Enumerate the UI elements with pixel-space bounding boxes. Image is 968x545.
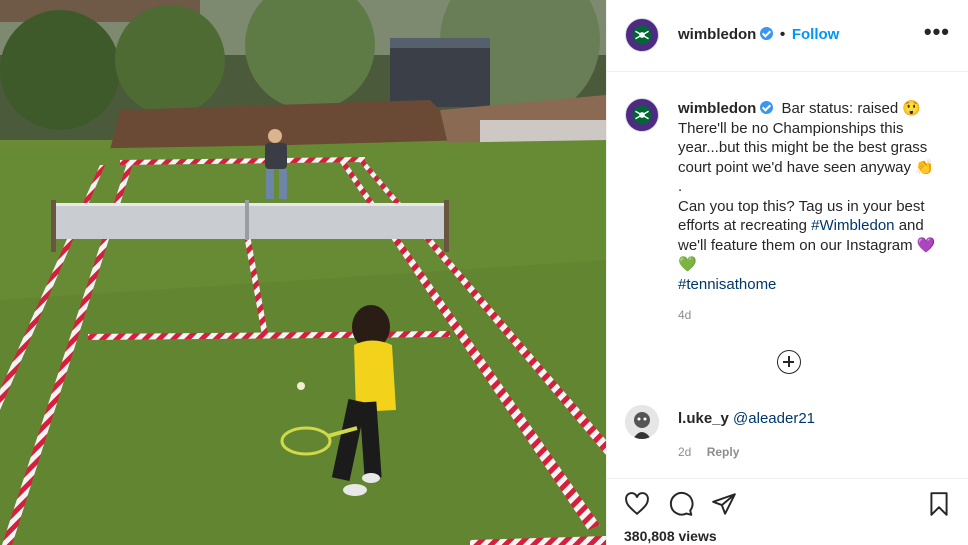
caption-avatar-icon[interactable] bbox=[625, 98, 659, 132]
header-username[interactable]: wimbledon bbox=[678, 26, 756, 43]
share-plane-icon[interactable] bbox=[711, 491, 737, 517]
like-heart-icon[interactable] bbox=[624, 491, 650, 517]
more-options-icon[interactable]: ••• bbox=[924, 21, 950, 43]
wimbledon-logo-icon[interactable] bbox=[625, 18, 659, 52]
post-header: wimbledon • Follow ••• bbox=[607, 0, 968, 72]
load-more-comments-icon[interactable] bbox=[777, 350, 801, 374]
commenter-avatar[interactable] bbox=[625, 405, 659, 439]
hashtag-wimbledon-link[interactable]: #Wimbledon bbox=[811, 217, 894, 234]
post-caption: wimbledon Bar status: raised 😲 There'll … bbox=[678, 99, 948, 294]
instagram-post-modal: wimbledon • Follow ••• wimbledon Bar sta… bbox=[0, 0, 968, 545]
commenter-username[interactable]: l.uke_y bbox=[678, 410, 729, 427]
post-video[interactable] bbox=[0, 0, 606, 545]
caption-line-3: . bbox=[678, 178, 683, 195]
caption-line-1: Bar status: raised 😲 bbox=[781, 100, 922, 117]
follow-button[interactable]: Follow bbox=[792, 26, 840, 43]
verified-badge-icon bbox=[760, 27, 774, 40]
header-user-line: wimbledon • Follow bbox=[678, 26, 839, 44]
view-count[interactable]: 380,808 views bbox=[624, 528, 717, 544]
post-actions-bar: 380,808 views bbox=[607, 478, 968, 545]
backyard-tennis-scene bbox=[0, 0, 606, 545]
caption-timestamp[interactable]: 4d bbox=[678, 308, 691, 322]
caption-line-2: There'll be no Championships this year..… bbox=[678, 119, 934, 176]
caption-username[interactable]: wimbledon bbox=[678, 100, 756, 117]
verified-badge-icon bbox=[760, 101, 774, 114]
reply-button[interactable]: Reply bbox=[707, 445, 740, 459]
comment-mention[interactable]: @aleader21 bbox=[733, 410, 815, 427]
comment-meta: 2d Reply bbox=[678, 445, 739, 459]
hashtag-tennisathome-link[interactable]: #tennisathome bbox=[678, 276, 776, 293]
comment-bubble-icon[interactable] bbox=[668, 491, 694, 517]
comment-text: l.uke_y @aleader21 bbox=[678, 410, 815, 427]
save-bookmark-icon[interactable] bbox=[926, 491, 952, 517]
comment-timestamp[interactable]: 2d bbox=[678, 445, 691, 459]
separator-dot: • bbox=[779, 26, 786, 43]
post-sidebar: wimbledon • Follow ••• wimbledon Bar sta… bbox=[606, 0, 968, 545]
